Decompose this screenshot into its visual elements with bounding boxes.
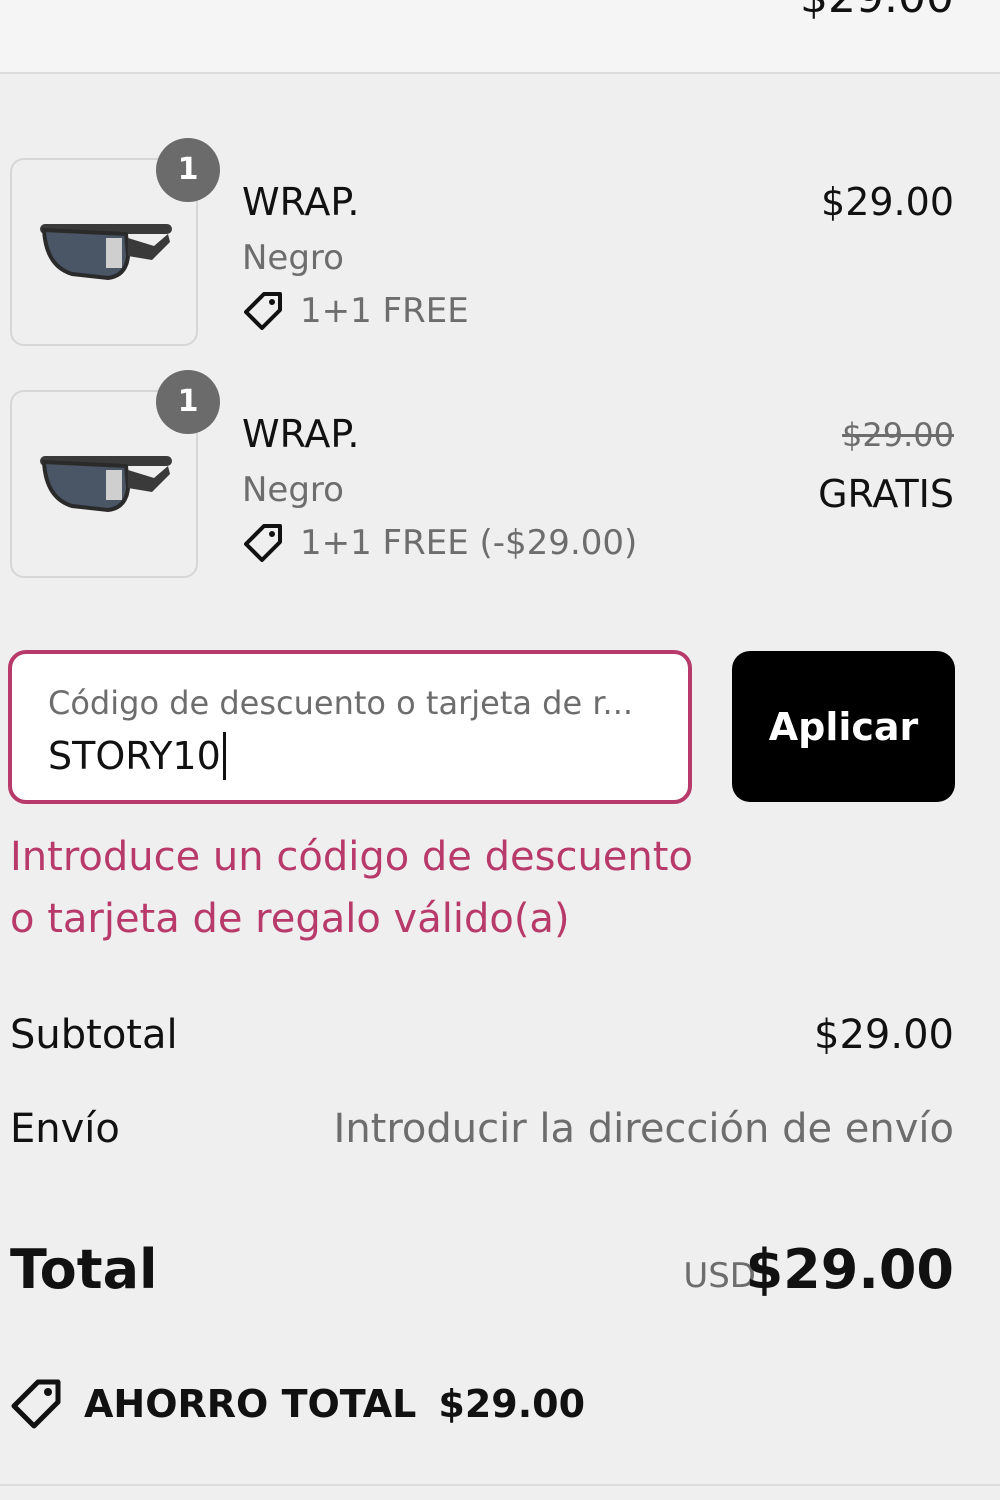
discount-error-message: Introduce un código de descuento o tarje…	[10, 834, 693, 942]
savings-value: $29.00	[438, 1382, 586, 1426]
divider	[0, 1484, 1000, 1486]
apply-button[interactable]: Aplicar	[732, 651, 955, 802]
discount-code-value[interactable]: STORY10	[48, 732, 226, 780]
product-price: $29.00	[821, 180, 954, 224]
item-discount: 1+1 FREE (-$29.00)	[242, 522, 637, 564]
total-label: Total	[10, 1238, 158, 1301]
discount-code-placeholder: Código de descuento o tarjeta de r...	[48, 684, 634, 722]
discount-label: 1+1 FREE (-$29.00)	[300, 523, 638, 563]
product-price: GRATIS	[818, 472, 954, 516]
quantity-badge: 1	[156, 370, 220, 434]
discount-label: 1+1 FREE	[300, 291, 469, 331]
discount-code-input[interactable]: Código de descuento o tarjeta de r... ST…	[8, 650, 692, 804]
header-total-price: $29.00	[800, 0, 954, 23]
tag-icon	[11, 1379, 61, 1429]
product-variant: Negro	[242, 238, 344, 278]
quantity-badge: 1	[156, 138, 220, 202]
tag-icon	[244, 292, 282, 330]
product-variant: Negro	[242, 470, 344, 510]
subtotal-label: Subtotal	[10, 1012, 178, 1058]
shipping-value: Introducir la dirección de envío	[333, 1106, 954, 1152]
total-value: $29.00	[745, 1238, 954, 1301]
sunglasses-image	[40, 456, 172, 513]
product-name: WRAP.	[242, 180, 360, 224]
line-item: 1 WRAP. Negro 1+1 FREE (-$29.00) $29.00 …	[0, 370, 1000, 578]
line-item: 1 WRAP. Negro 1+1 FREE $29.00	[0, 138, 1000, 346]
text-caret	[222, 732, 226, 780]
tag-icon	[244, 524, 282, 562]
shipping-label: Envío	[10, 1106, 120, 1152]
original-price: $29.00	[842, 416, 954, 454]
subtotal-value: $29.00	[814, 1012, 954, 1058]
savings-label: AHORRO TOTAL	[84, 1382, 417, 1426]
total-savings: AHORRO TOTAL $29.00	[10, 1378, 585, 1430]
item-discount: 1+1 FREE	[242, 290, 469, 332]
sunglasses-image	[40, 224, 172, 281]
order-summary-header: $29.00	[0, 0, 1000, 74]
discount-code-text: STORY10	[48, 734, 221, 778]
product-name: WRAP.	[242, 412, 360, 456]
